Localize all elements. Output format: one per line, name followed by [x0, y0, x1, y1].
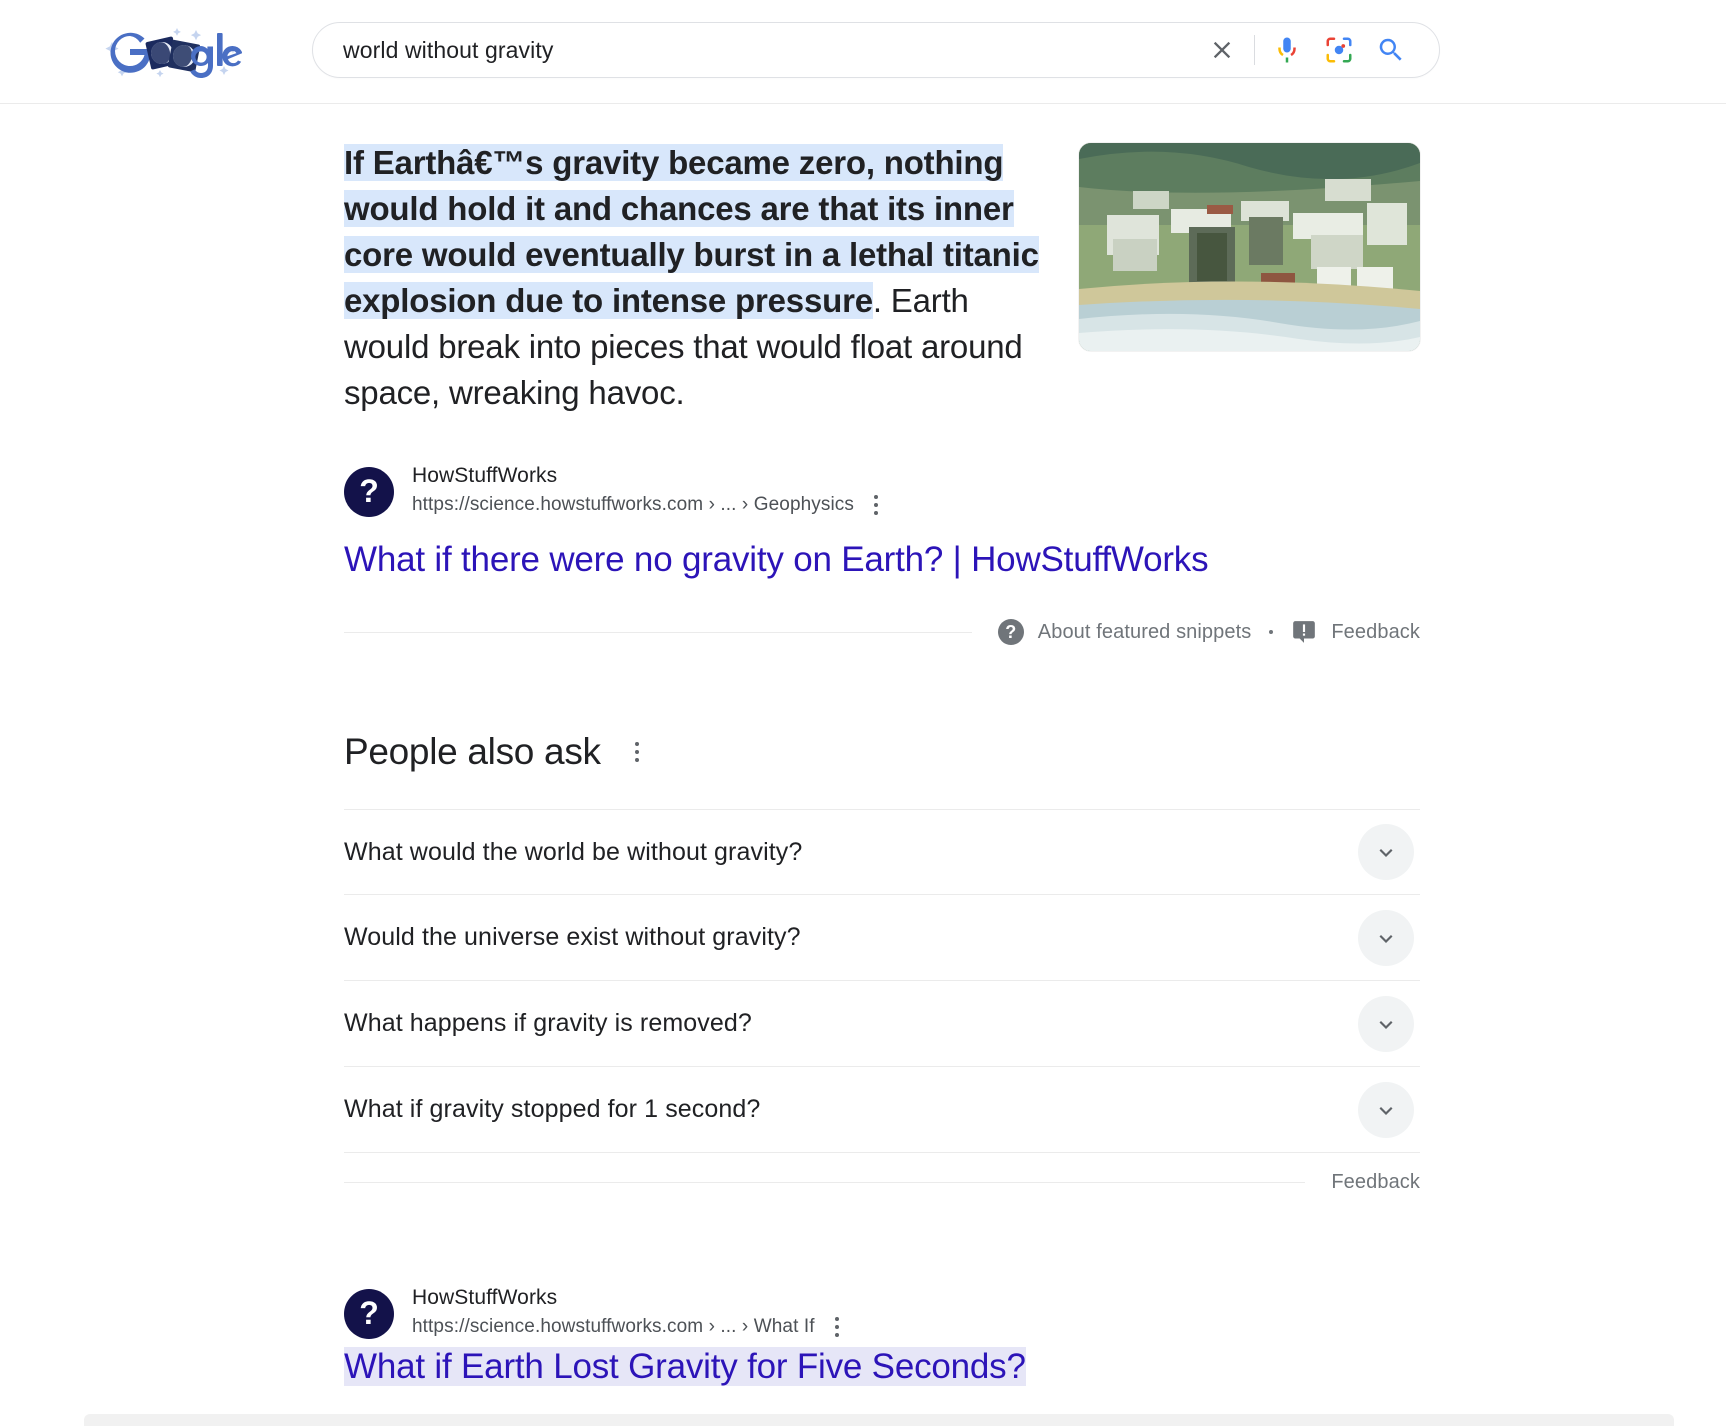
search-input[interactable]	[313, 36, 1196, 64]
people-also-ask-section: People also ask What would the world be …	[344, 731, 1420, 1194]
organic-result-source[interactable]: ? HowStuffWorks https://science.howstuff…	[344, 1286, 1420, 1341]
about-featured-snippets-link[interactable]: ? About featured snippets	[997, 619, 1252, 645]
source-url: https://science.howstuffworks.com › ... …	[412, 1316, 815, 1337]
paa-question-item[interactable]: What happens if gravity is removed?	[344, 981, 1420, 1067]
people-also-ask-title: People also ask	[344, 731, 601, 772]
favicon-glyph: ?	[359, 1294, 379, 1331]
featured-snippet-footer: ? About featured snippets Feedback	[344, 619, 1420, 645]
result-options-kebab-icon[interactable]	[868, 491, 884, 519]
source-url: https://science.howstuffworks.com › ... …	[412, 494, 855, 515]
help-circle-icon: ?	[997, 619, 1024, 645]
footer-actions: ? About featured snippets Feedback	[972, 619, 1420, 645]
people-also-ask-kebab-icon[interactable]	[629, 738, 645, 766]
source-name: HowStuffWorks	[412, 1286, 558, 1309]
paa-question-label: What would the world be without gravity?	[344, 837, 803, 866]
result-options-kebab-icon[interactable]	[829, 1313, 845, 1341]
people-also-ask-list: What would the world be without gravity?…	[344, 809, 1420, 1153]
microphone-icon[interactable]	[1261, 24, 1313, 76]
chevron-down-icon[interactable]	[1358, 1081, 1414, 1138]
paa-question-label: What if gravity stopped for 1 second?	[344, 1095, 761, 1123]
howstuffworks-favicon-icon: ?	[344, 1288, 394, 1339]
organic-result-title-link[interactable]: What if Earth Lost Gravity for Five Seco…	[344, 1347, 1026, 1386]
footer-divider-line	[344, 631, 972, 633]
paa-question-item[interactable]: What if gravity stopped for 1 second?	[344, 1067, 1420, 1153]
search-bar[interactable]	[312, 22, 1440, 78]
search-results-main: If Earthâ€™s gravity became zero, nothin…	[0, 104, 1726, 1393]
chevron-down-icon[interactable]	[1358, 824, 1414, 880]
search-header	[0, 0, 1726, 104]
google-doodle-logo[interactable]	[100, 22, 243, 80]
search-bar-icons	[1196, 24, 1439, 76]
horizontal-scrollbar[interactable]	[84, 1414, 1674, 1426]
featured-snippet-source[interactable]: ? HowStuffWorks https://science.howstuff…	[344, 464, 1420, 519]
featured-snippet-thumbnail[interactable]	[1079, 143, 1420, 351]
paa-question-item[interactable]: What would the world be without gravity?	[344, 809, 1420, 895]
source-name: HowStuffWorks	[412, 464, 558, 487]
paa-question-label: Would the universe exist without gravity…	[344, 923, 801, 951]
source-url-row: https://science.howstuffworks.com › ... …	[412, 1313, 845, 1341]
search-bar-divider	[1254, 35, 1255, 65]
favicon-glyph: ?	[359, 472, 379, 509]
featured-snippet: If Earthâ€™s gravity became zero, nothin…	[344, 138, 1420, 416]
results-column: If Earthâ€™s gravity became zero, nothin…	[344, 138, 1420, 1393]
paa-feedback-link[interactable]: Feedback	[1305, 1171, 1420, 1194]
chevron-down-icon[interactable]	[1358, 909, 1414, 966]
featured-snippet-title-link[interactable]: What if there were no gravity on Earth? …	[344, 537, 1420, 583]
source-meta: HowStuffWorks https://science.howstuffwo…	[412, 1286, 845, 1341]
source-url-row: https://science.howstuffworks.com › ... …	[412, 491, 884, 519]
snippet-feedback-label: Feedback	[1331, 620, 1420, 643]
people-also-ask-header: People also ask	[344, 731, 1420, 773]
paa-question-item[interactable]: Would the universe exist without gravity…	[344, 895, 1420, 981]
chevron-down-icon[interactable]	[1358, 995, 1414, 1052]
search-submit-icon[interactable]	[1365, 24, 1417, 76]
about-featured-snippets-label: About featured snippets	[1037, 620, 1252, 643]
snippet-feedback-link[interactable]: Feedback	[1291, 619, 1420, 645]
google-lens-icon[interactable]	[1313, 24, 1365, 76]
paa-question-label: What happens if gravity is removed?	[344, 1009, 752, 1037]
paa-footer-divider-line	[344, 1182, 1306, 1183]
howstuffworks-favicon-icon: ?	[344, 466, 394, 517]
featured-snippet-text: If Earthâ€™s gravity became zero, nothin…	[344, 138, 1059, 416]
source-meta: HowStuffWorks https://science.howstuffwo…	[412, 464, 884, 519]
people-also-ask-footer: Feedback	[344, 1171, 1420, 1194]
feedback-flag-icon	[1293, 621, 1316, 643]
footer-separator-dot	[1269, 630, 1274, 634]
clear-icon[interactable]	[1196, 24, 1248, 76]
organic-result: ? HowStuffWorks https://science.howstuff…	[344, 1286, 1420, 1393]
